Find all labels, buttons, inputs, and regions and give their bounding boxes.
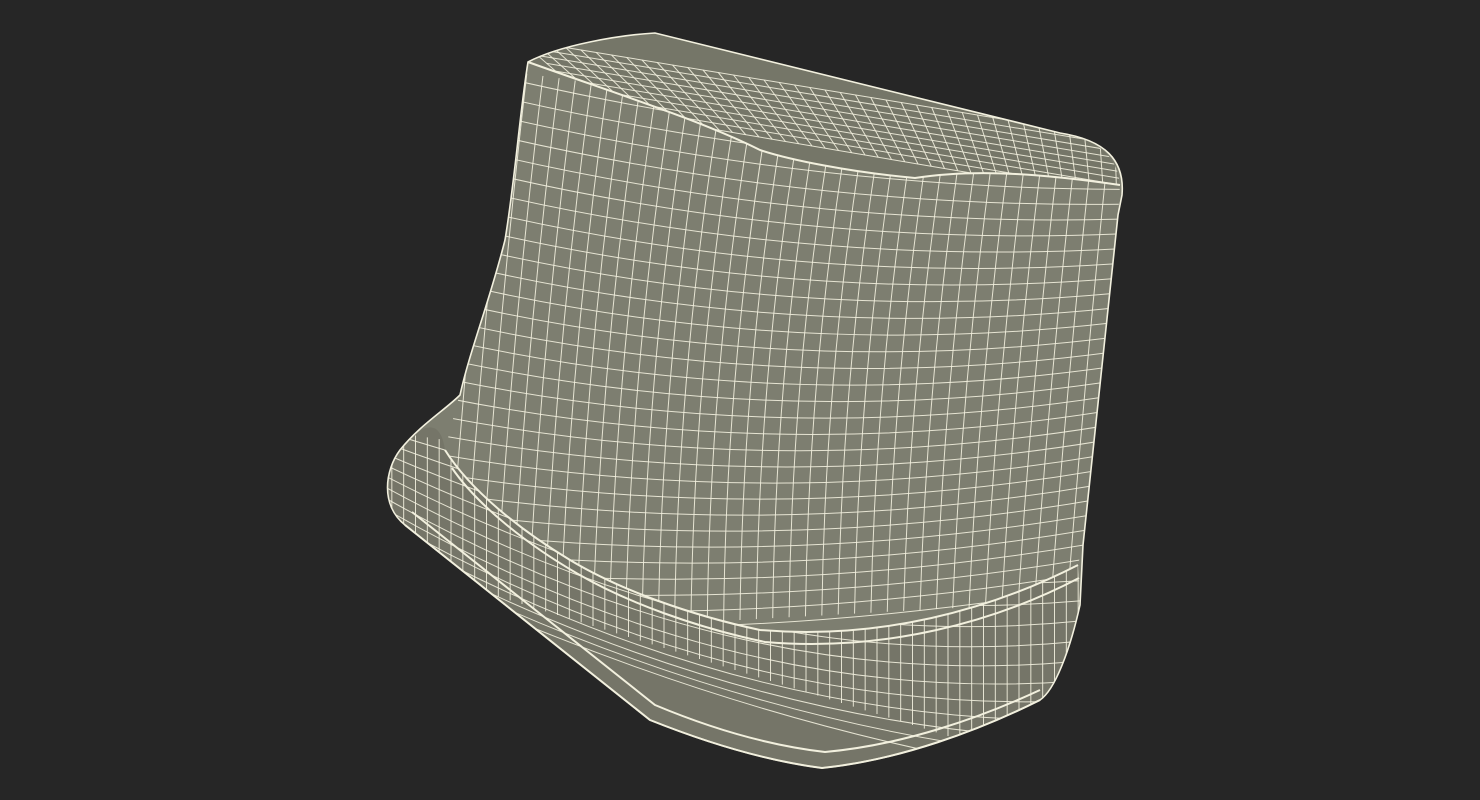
mesh-body bbox=[387, 33, 1123, 768]
render-viewport bbox=[0, 0, 1480, 800]
wireframe-mesh-render bbox=[386, 32, 1124, 770]
